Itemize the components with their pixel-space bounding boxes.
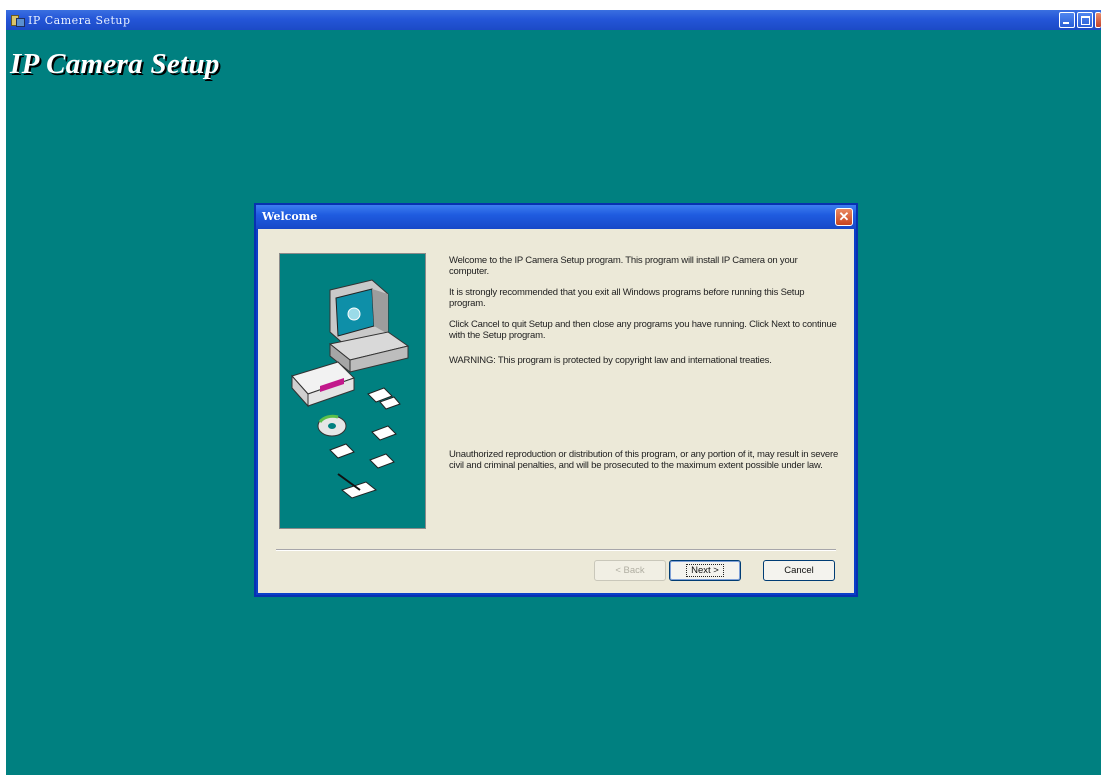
- next-button[interactable]: Next >: [669, 560, 741, 581]
- dialog-body: Welcome to the IP Camera Setup program. …: [258, 229, 854, 593]
- setup-illustration-icon: [291, 279, 410, 499]
- instructions-paragraph: Click Cancel to quit Setup and then clos…: [449, 319, 837, 341]
- button-separator: [276, 549, 836, 551]
- window-titlebar[interactable]: IP Camera Setup: [6, 10, 1101, 30]
- warning-paragraph: WARNING: This program is protected by co…: [449, 355, 772, 366]
- welcome-dialog: Welcome ✕ Welcome to the IP Camera Setup…: [254, 203, 858, 597]
- window-title: IP Camera Setup: [28, 13, 131, 27]
- recommend-paragraph: It is strongly recommended that you exit…: [449, 287, 805, 309]
- window-controls: [1059, 12, 1101, 28]
- next-button-label: Next >: [686, 564, 724, 577]
- setup-illustration: [279, 253, 426, 529]
- legal-paragraph: Unauthorized reproduction or distributio…: [449, 449, 839, 471]
- app-setup-icon: [10, 13, 25, 27]
- minimize-icon[interactable]: [1059, 12, 1075, 28]
- back-button[interactable]: < Back: [594, 560, 666, 581]
- app-heading: IP Camera Setup: [10, 48, 220, 80]
- welcome-paragraph: Welcome to the IP Camera Setup program. …: [449, 255, 798, 277]
- restore-icon[interactable]: [1077, 12, 1093, 28]
- dialog-titlebar[interactable]: Welcome ✕: [256, 205, 856, 229]
- close-icon[interactable]: [1095, 12, 1101, 28]
- close-icon[interactable]: ✕: [835, 208, 853, 226]
- dialog-title: Welcome: [262, 210, 318, 223]
- cancel-button[interactable]: Cancel: [763, 560, 835, 581]
